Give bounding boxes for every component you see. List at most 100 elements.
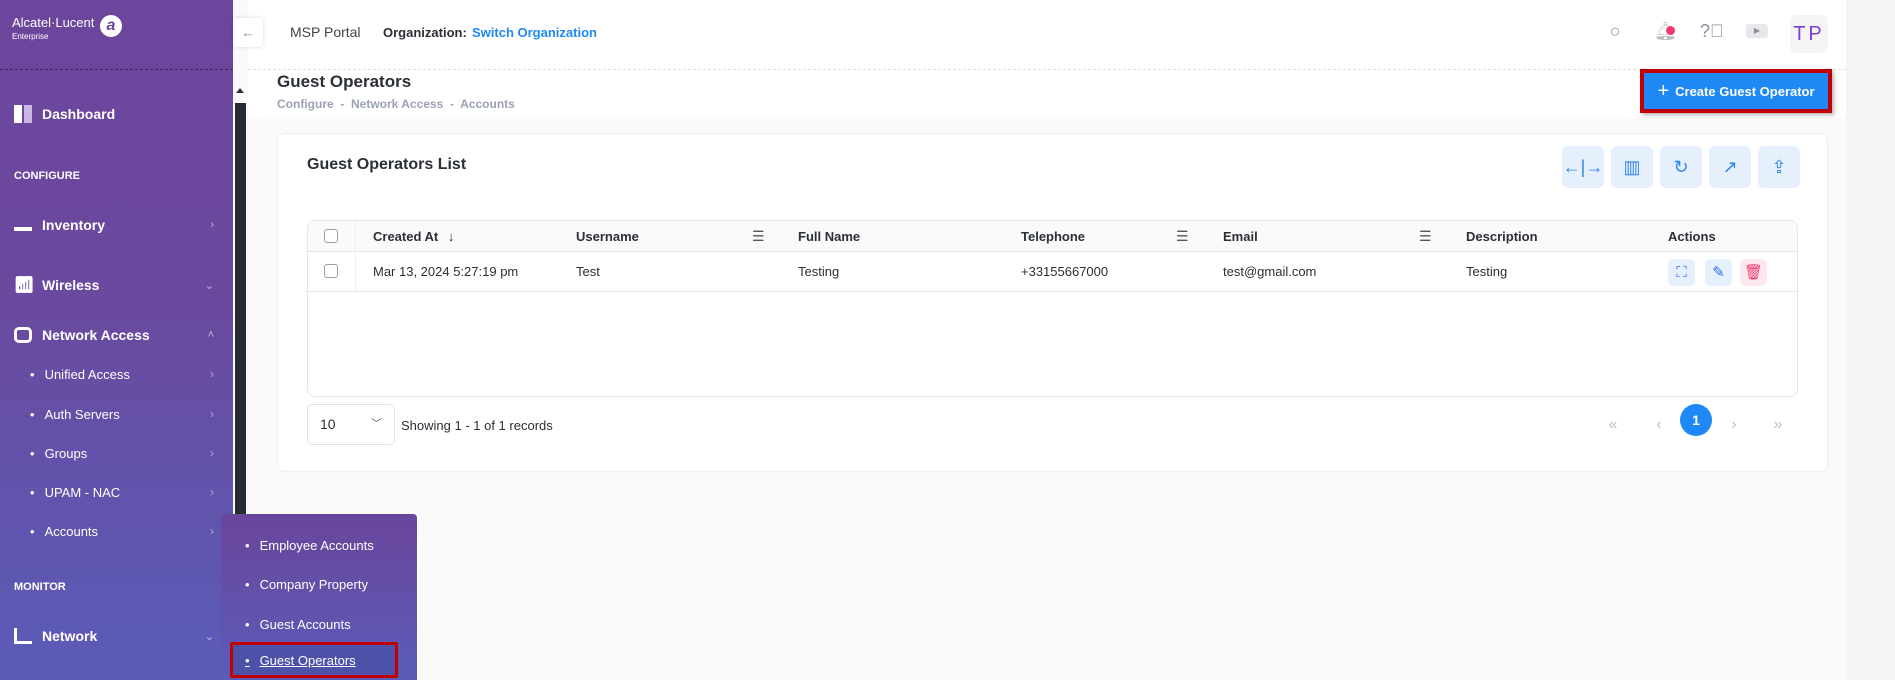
column-layout-icon: ▥: [1623, 157, 1641, 177]
logo-mark-icon: a: [100, 15, 122, 37]
wifi-icon: 📶︎: [14, 277, 35, 294]
records-summary: Showing 1 - 1 of 1 records: [401, 418, 553, 433]
resize-columns-button[interactable]: ←|→: [1562, 146, 1604, 188]
arrow-left-icon: ←: [241, 25, 255, 40]
sidebar-sub-auth-servers[interactable]: Auth Servers›: [30, 407, 214, 422]
switch-organization-link[interactable]: Switch Organization: [472, 25, 597, 40]
divider: [308, 291, 1797, 292]
edit-button[interactable]: ✎: [1705, 259, 1732, 286]
create-guest-operator-button[interactable]: + Create Guest Operator: [1644, 73, 1828, 109]
sidebar-sub-accounts[interactable]: Accounts›: [30, 524, 214, 539]
sidebar-sub-upam-nac[interactable]: UPAM - NAC›: [30, 485, 214, 500]
sidebar-item-network[interactable]: Network ⌄: [14, 628, 214, 644]
resize-columns-icon: ←|→: [1562, 157, 1604, 177]
sidebar-item-network-access[interactable]: Network Access ˄: [14, 327, 214, 343]
prev-page-icon[interactable]: ‹: [1649, 410, 1669, 440]
open-external-icon: ↗: [1722, 157, 1738, 177]
dashboard-icon: [14, 105, 32, 123]
divider: [0, 69, 233, 70]
section-configure: CONFIGURE: [14, 170, 80, 182]
view-button[interactable]: ⛶: [1668, 259, 1695, 286]
chevron-right-icon: ›: [210, 485, 214, 499]
col-email: Email: [1223, 229, 1258, 244]
label: Wireless: [42, 277, 100, 293]
pencil-icon: ✎: [1712, 264, 1725, 281]
bell-icon[interactable]: 🔔︎: [1654, 20, 1677, 42]
col-description: Description: [1466, 229, 1538, 244]
column-menu-icon[interactable]: ☰: [752, 221, 765, 252]
network-chart-icon: [14, 628, 32, 644]
chevron-up-icon: ˄: [207, 329, 214, 341]
cell-username: Test: [576, 264, 600, 279]
divider: [355, 221, 356, 291]
submenu-guest-accounts[interactable]: Guest Accounts: [245, 617, 351, 632]
submenu-guest-operators[interactable]: Guest Operators: [245, 653, 356, 668]
col-full-name: Full Name: [798, 229, 861, 244]
chevron-down-icon: ⌄: [204, 630, 214, 643]
submenu-employee-accounts[interactable]: Employee Accounts: [245, 538, 374, 553]
export-button[interactable]: ⇪: [1758, 146, 1800, 188]
card-title: Guest Operators List: [307, 156, 467, 173]
column-menu-icon[interactable]: ☰: [1176, 221, 1189, 252]
sidebar-item-inventory[interactable]: Inventory ›: [14, 217, 214, 233]
label: Network Access: [42, 327, 150, 343]
page-size-select[interactable]: 10 ﹀: [307, 404, 395, 445]
collapse-sidebar-button[interactable]: ←: [233, 18, 263, 47]
cell-description: Testing: [1466, 264, 1508, 279]
scrollbar-thumb[interactable]: [235, 103, 246, 514]
column-menu-icon[interactable]: ☰: [1419, 221, 1432, 252]
header-divider: [248, 69, 1846, 70]
col-actions: Actions: [1668, 229, 1716, 244]
label: Inventory: [42, 217, 106, 233]
chevron-right-icon: ›: [210, 407, 214, 421]
next-page-icon[interactable]: ›: [1724, 410, 1744, 440]
sidebar: Alcatel·Lucent Enterprise a Dashboard CON…: [0, 0, 233, 680]
chevron-right-icon: ›: [210, 524, 214, 538]
sidebar-item-dashboard[interactable]: Dashboard: [14, 105, 214, 123]
page-1-button[interactable]: 1: [1680, 404, 1712, 436]
page-title: Guest Operators: [277, 72, 412, 91]
open-external-button[interactable]: ↗: [1709, 146, 1751, 188]
chevron-right-icon: ›: [210, 446, 214, 460]
row-checkbox[interactable]: [324, 264, 338, 278]
expand-icon: ⛶: [1676, 264, 1687, 281]
help-icon[interactable]: ?⃝: [1700, 20, 1724, 42]
create-button-highlight: + Create Guest Operator: [1640, 69, 1832, 113]
sidebar-sub-groups[interactable]: Groups›: [30, 446, 214, 461]
chevron-down-icon: ⌄: [204, 279, 214, 292]
sort-desc-icon[interactable]: ↓: [448, 229, 455, 244]
page-scrollbar[interactable]: [1846, 0, 1895, 680]
cell-email: test@gmail.com: [1223, 264, 1317, 279]
search-icon[interactable]: ○: [1604, 20, 1626, 42]
select-all-checkbox[interactable]: [324, 229, 338, 243]
column-layout-button[interactable]: ▥: [1611, 146, 1653, 188]
guest-operators-table: Created At ↓ Username ☰ Full Name Teleph…: [307, 220, 1798, 397]
accounts-submenu: Employee Accounts Company Property Guest…: [221, 514, 417, 680]
logo: Alcatel·Lucent Enterprise: [12, 15, 95, 42]
chevron-down-icon: ﹀: [371, 418, 382, 430]
avatar[interactable]: TP: [1790, 15, 1828, 53]
trash-icon: 🗑︎: [1743, 264, 1764, 281]
last-page-icon[interactable]: »: [1768, 410, 1788, 440]
cell-created-at: Mar 13, 2024 5:27:19 pm: [373, 264, 519, 279]
cell-full-name: Testing: [798, 264, 840, 279]
first-page-icon[interactable]: «: [1603, 410, 1623, 440]
label: Dashboard: [42, 106, 116, 122]
refresh-button[interactable]: ↻: [1660, 146, 1702, 188]
col-created-at[interactable]: Created At ↓: [373, 221, 454, 252]
scroll-up-icon[interactable]: [236, 88, 244, 93]
submenu-company-property[interactable]: Company Property: [245, 577, 368, 592]
col-username: Username: [576, 229, 639, 244]
refresh-icon: ↻: [1673, 157, 1689, 177]
portal-name: MSP Portal: [290, 24, 361, 40]
delete-button[interactable]: 🗑︎: [1740, 259, 1767, 286]
org-label: Organization:: [383, 25, 467, 40]
sidebar-item-wireless[interactable]: 📶︎ Wireless ⌄: [14, 275, 214, 295]
section-monitor: MONITOR: [14, 581, 66, 593]
sidebar-sub-unified-access[interactable]: Unified Access›: [30, 367, 214, 382]
label: Create Guest Operator: [1675, 83, 1815, 99]
col-telephone: Telephone: [1021, 229, 1086, 244]
cell-telephone: +33155667000: [1021, 264, 1109, 279]
network-access-icon: [14, 327, 32, 343]
video-icon[interactable]: ▶: [1746, 24, 1768, 38]
